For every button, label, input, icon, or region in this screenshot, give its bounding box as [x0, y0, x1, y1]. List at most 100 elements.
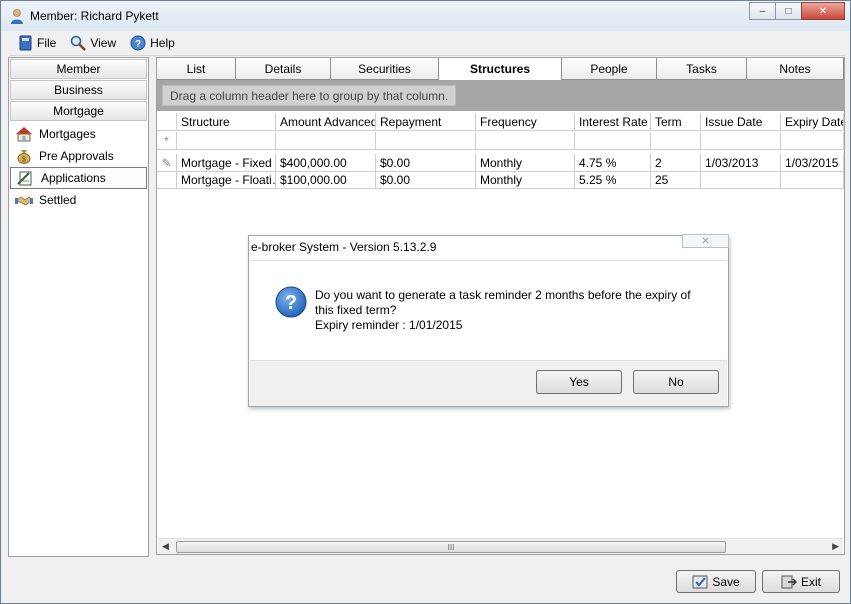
tab-people[interactable]: People	[562, 58, 657, 79]
dialog-message-line: this fixed term?	[315, 303, 397, 317]
row-header-corner	[157, 113, 177, 131]
save-icon	[692, 575, 708, 588]
exit-button-label: Exit	[800, 574, 821, 589]
no-button[interactable]: No	[633, 370, 719, 394]
cell-structure[interactable]: Mortgage - Fixed	[177, 154, 276, 172]
nav-list: Mortgages $ Pre Approvals Applications S…	[9, 123, 148, 211]
svg-text:?: ?	[135, 39, 141, 50]
cell-repayment[interactable]: $0.00	[376, 171, 476, 189]
close-button[interactable]: ✕	[801, 2, 845, 20]
grid-cell[interactable]	[177, 132, 276, 150]
new-row[interactable]: *	[157, 132, 844, 150]
save-button[interactable]: Save	[676, 570, 756, 593]
table-row[interactable]: ✎ Mortgage - Fixed $400,000.00 $0.00 Mon…	[157, 154, 844, 172]
column-header-repayment[interactable]: Repayment	[376, 113, 476, 131]
cell-issue-date[interactable]: 1/03/2013	[701, 154, 781, 172]
menu-file[interactable]: File	[19, 35, 56, 51]
svg-text:?: ?	[285, 292, 297, 314]
column-header-term[interactable]: Term	[651, 113, 701, 131]
cell-interest-rate[interactable]: 4.75 %	[575, 154, 651, 172]
nav-section-mortgage[interactable]: Mortgage	[10, 101, 147, 121]
confirm-dialog: e-broker System - Version 5.13.2.9 ✕ ? D…	[248, 234, 729, 407]
cell-frequency[interactable]: Monthly	[476, 154, 575, 172]
dialog-close-button[interactable]: ✕	[682, 234, 729, 248]
grid-cell[interactable]	[376, 132, 476, 150]
column-header-issue-date[interactable]: Issue Date	[701, 113, 781, 131]
scroll-right-arrow-icon[interactable]: ▶	[832, 541, 839, 552]
nav-section-member[interactable]: Member	[10, 59, 147, 79]
column-header-structure[interactable]: Structure	[177, 113, 276, 131]
tab-structures[interactable]: Structures	[439, 58, 562, 80]
handshake-icon	[15, 196, 33, 206]
column-header-amount-advanced[interactable]: Amount Advanced	[276, 113, 376, 131]
group-by-area[interactable]: Drag a column header here to group by th…	[157, 80, 844, 111]
window-title: Member: Richard Pykett	[30, 9, 159, 23]
application-icon	[17, 171, 32, 186]
dialog-body: ? Do you want to generate a task reminde…	[250, 260, 727, 360]
table-row[interactable]: Mortgage - Floati… $100,000.00 $0.00 Mon…	[157, 171, 844, 189]
column-header-expiry-date[interactable]: Expiry Date	[781, 113, 844, 131]
grid-cell[interactable]	[476, 132, 575, 150]
exit-button[interactable]: Exit	[762, 570, 840, 593]
dialog-message-line: Do you want to generate a task reminder …	[315, 288, 691, 302]
menu-help[interactable]: ? Help	[130, 35, 175, 51]
maximize-button[interactable]: □	[775, 2, 802, 20]
dialog-title-bar: e-broker System - Version 5.13.2.9 ✕	[249, 234, 729, 260]
menu-file-label: File	[37, 36, 57, 50]
yes-button[interactable]: Yes	[536, 370, 622, 394]
column-header-frequency[interactable]: Frequency	[476, 113, 575, 131]
tab-details[interactable]: Details	[236, 58, 331, 79]
file-icon	[19, 35, 32, 51]
menu-help-label: Help	[150, 36, 175, 50]
exit-icon	[781, 575, 797, 588]
cell-term[interactable]: 2	[651, 154, 701, 172]
nav-item-label: Settled	[39, 193, 77, 207]
cell-issue-date[interactable]	[701, 171, 781, 189]
dialog-footer: Yes No	[250, 360, 727, 406]
edit-row-marker: ✎	[157, 154, 177, 172]
grid-cell[interactable]	[276, 132, 376, 150]
nav-item-mortgages[interactable]: Mortgages	[9, 123, 148, 145]
horizontal-scrollbar[interactable]: ◀ III ▶	[158, 538, 843, 554]
grid-cell[interactable]	[781, 132, 844, 150]
title-bar: Member: Richard Pykett – □ ✕	[1, 1, 850, 31]
scrollbar-thumb[interactable]: III	[176, 541, 726, 553]
cell-amount-advanced[interactable]: $100,000.00	[276, 171, 376, 189]
grid-cell[interactable]	[575, 132, 651, 150]
nav-item-settled[interactable]: Settled	[9, 189, 148, 211]
view-icon	[71, 35, 87, 51]
scroll-left-arrow-icon[interactable]: ◀	[162, 541, 169, 552]
grid-cell[interactable]	[701, 132, 781, 150]
dialog-message: Do you want to generate a task reminder …	[315, 288, 715, 333]
help-icon: ?	[130, 35, 146, 51]
question-icon: ?	[275, 286, 307, 318]
minimize-button[interactable]: –	[749, 2, 776, 20]
menu-view-label: View	[90, 36, 117, 50]
grid-header-row: Structure Amount Advanced Repayment Freq…	[157, 113, 844, 131]
nav-item-pre-approvals[interactable]: $ Pre Approvals	[9, 145, 148, 167]
scrollbar-grip: III	[447, 542, 455, 552]
cell-structure[interactable]: Mortgage - Floati…	[177, 171, 276, 189]
nav-section-business[interactable]: Business	[10, 80, 147, 100]
save-button-label: Save	[712, 574, 740, 589]
cell-frequency[interactable]: Monthly	[476, 171, 575, 189]
tab-list[interactable]: List	[157, 58, 236, 79]
column-header-interest-rate[interactable]: Interest Rate	[575, 113, 651, 131]
cell-interest-rate[interactable]: 5.25 %	[575, 171, 651, 189]
tab-notes[interactable]: Notes	[747, 58, 844, 79]
nav-item-applications[interactable]: Applications	[10, 167, 147, 189]
nav-item-label: Applications	[41, 171, 106, 185]
nav-item-label: Pre Approvals	[39, 149, 114, 163]
cell-amount-advanced[interactable]: $400,000.00	[276, 154, 376, 172]
cell-expiry-date[interactable]	[781, 171, 844, 189]
menu-view[interactable]: View	[70, 35, 116, 51]
cell-expiry-date[interactable]: 1/03/2015	[781, 154, 844, 172]
menu-bar: File View ? Help	[9, 31, 845, 56]
window-controls: – □ ✕	[749, 2, 845, 20]
tab-securities[interactable]: Securities	[331, 58, 439, 79]
tab-tasks[interactable]: Tasks	[657, 58, 747, 79]
grid-cell[interactable]	[651, 132, 701, 150]
dialog-title: e-broker System - Version 5.13.2.9	[251, 240, 437, 254]
cell-term[interactable]: 25	[651, 171, 701, 189]
cell-repayment[interactable]: $0.00	[376, 154, 476, 172]
